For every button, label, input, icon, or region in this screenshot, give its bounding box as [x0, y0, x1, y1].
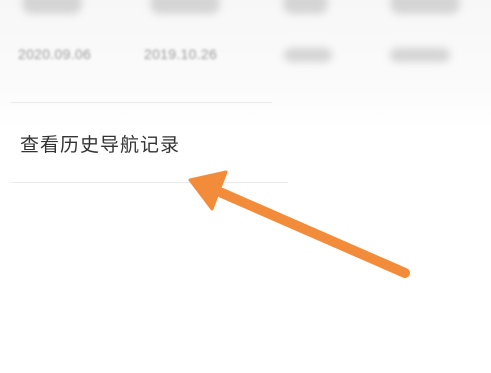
view-history-button[interactable]: 查看历史导航记录 [20, 130, 180, 157]
history-dates-row: 2020.09.06 2019.10.26 [0, 40, 491, 70]
blurred-cell [284, 48, 332, 62]
blurred-header-item [150, 0, 220, 14]
blurred-header-item [390, 0, 460, 14]
screen: 2020.09.06 2019.10.26 查看历史导航记录 [0, 0, 491, 373]
arrow-icon [188, 170, 410, 278]
divider [10, 102, 272, 103]
blurred-header-item [283, 0, 328, 14]
divider [10, 182, 288, 183]
blurred-header-item [22, 0, 82, 14]
history-date: 2020.09.06 [18, 46, 92, 62]
blurred-cell [390, 48, 450, 62]
history-date: 2019.10.26 [144, 46, 218, 62]
